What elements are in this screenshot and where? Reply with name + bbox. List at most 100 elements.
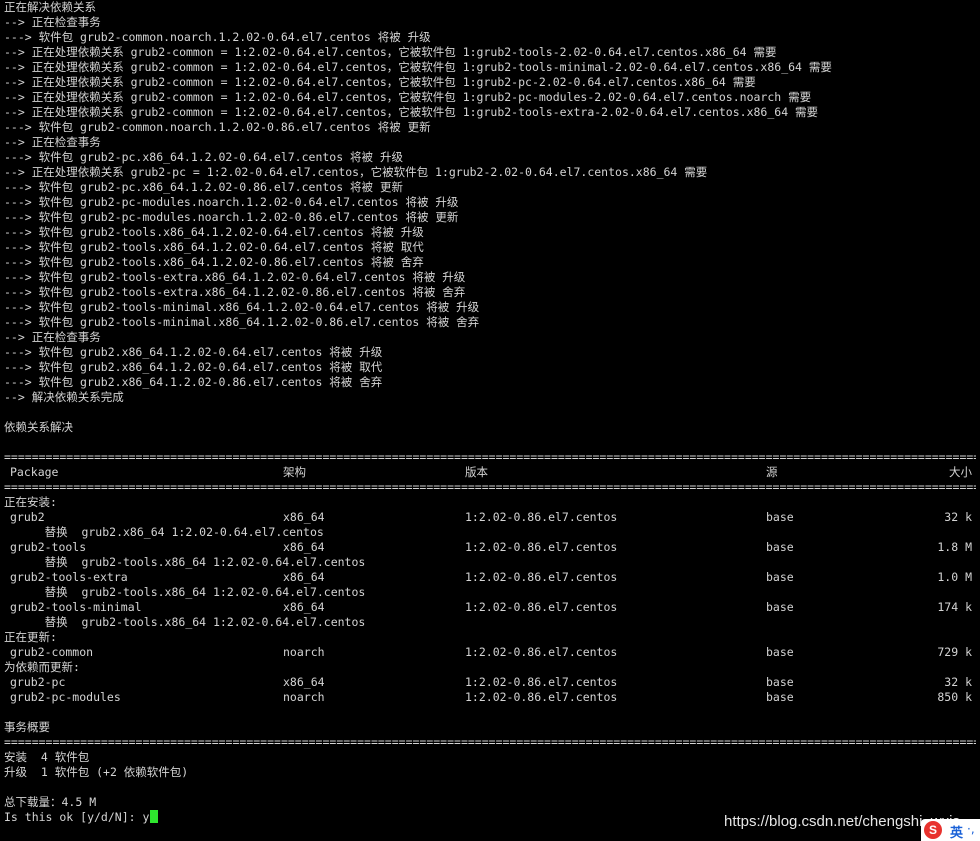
ime-toolbar[interactable]: S 英 ·, bbox=[921, 819, 980, 841]
package-arch: x86_64 bbox=[283, 600, 325, 614]
package-size: 32 k bbox=[944, 510, 972, 524]
table-row: grub2-tools x86_64 1:2.02-0.86.el7.centos b… bbox=[4, 540, 976, 555]
log-line: ---> 软件包 grub2-tools-minimal.x86_64.1.2.… bbox=[4, 315, 480, 329]
log-line: ---> 软件包 grub2-pc.x86_64.1.2.02-0.64.el7… bbox=[4, 150, 403, 164]
header-repo: 源 bbox=[766, 465, 778, 479]
replace-note-text: 替换 grub2.x86_64 1:2.02-0.64.el7.centos bbox=[10, 525, 324, 539]
log-line: --> 正在处理依赖关系 grub2-pc = 1:2.02-0.64.el7.… bbox=[4, 165, 708, 179]
log-line: ---> 软件包 grub2-common.noarch.1.2.02-0.86… bbox=[4, 120, 431, 134]
log-line: ---> 软件包 grub2-common.noarch.1.2.02-0.64… bbox=[4, 30, 431, 44]
terminal-cursor bbox=[150, 810, 159, 823]
log-line: ---> 软件包 grub2-pc.x86_64.1.2.02-0.86.el7… bbox=[4, 180, 403, 194]
log-line: --> 正在处理依赖关系 grub2-common = 1:2.02-0.64.… bbox=[4, 45, 777, 59]
package-repo: base bbox=[766, 600, 794, 614]
package-repo: base bbox=[766, 570, 794, 584]
package-version: 1:2.02-0.86.el7.centos bbox=[465, 540, 618, 554]
prompt-input[interactable]: y bbox=[142, 810, 149, 824]
header-version: 版本 bbox=[465, 465, 488, 479]
table-row: grub2-pc x86_64 1:2.02-0.86.el7.centos base… bbox=[4, 675, 976, 690]
package-version: 1:2.02-0.86.el7.centos bbox=[465, 570, 618, 584]
log-line: ---> 软件包 grub2-tools.x86_64.1.2.02-0.64.… bbox=[4, 225, 424, 239]
ime-language-toggle[interactable]: 英 bbox=[950, 822, 963, 841]
header-package: Package bbox=[10, 465, 59, 479]
log-line: ---> 软件包 grub2-tools-extra.x86_64.1.2.02… bbox=[4, 270, 466, 284]
resolve-log: 正在解决依赖关系 --> 正在检查事务 ---> 软件包 grub2-common.… bbox=[4, 0, 976, 450]
replace-note: 替换 grub2-tools.x86_64 1:2.02-0.64.el7.ce… bbox=[4, 615, 976, 630]
package-size: 729 k bbox=[937, 645, 972, 659]
package-repo: base bbox=[766, 675, 794, 689]
package-arch: x86_64 bbox=[283, 675, 325, 689]
table-row: grub2-tools-extra x86_64 1:2.02-0.86.el7.c… bbox=[4, 570, 976, 585]
replace-note-text: 替换 grub2-tools.x86_64 1:2.02-0.64.el7.ce… bbox=[10, 555, 366, 569]
package-name: grub2-common bbox=[10, 645, 94, 659]
package-version: 1:2.02-0.86.el7.centos bbox=[465, 600, 618, 614]
package-arch: noarch bbox=[283, 645, 325, 659]
package-name: grub2 bbox=[10, 510, 45, 524]
section-dep-updating-label: 为依赖而更新: bbox=[4, 660, 80, 674]
package-version: 1:2.02-0.86.el7.centos bbox=[465, 645, 618, 659]
package-name: grub2-tools-extra bbox=[10, 570, 128, 584]
header-size: 大小 bbox=[949, 465, 972, 479]
log-line: --> 解决依赖关系完成 bbox=[4, 390, 124, 404]
prompt-text: Is this ok [y/d/N]: bbox=[4, 810, 143, 824]
package-size: 1.0 M bbox=[937, 570, 972, 584]
summary-total: 总下载量：4.5 M bbox=[4, 795, 97, 809]
package-size: 1.8 M bbox=[937, 540, 972, 554]
log-line: ---> 软件包 grub2.x86_64.1.2.02-0.86.el7.ce… bbox=[4, 375, 383, 389]
package-version: 1:2.02-0.86.el7.centos bbox=[465, 690, 618, 704]
table-row: grub2-common noarch 1:2.02-0.86.el7.centos… bbox=[4, 645, 976, 660]
section-dep-updating: grub2-pc x86_64 1:2.02-0.86.el7.centos base… bbox=[4, 675, 976, 705]
package-repo: base bbox=[766, 540, 794, 554]
log-line: 正在解决依赖关系 bbox=[4, 0, 96, 14]
package-repo: base bbox=[766, 690, 794, 704]
log-line: ---> 软件包 grub2.x86_64.1.2.02-0.64.el7.ce… bbox=[4, 345, 383, 359]
package-version: 1:2.02-0.86.el7.centos bbox=[465, 510, 618, 524]
summary-title: 事务概要 bbox=[4, 720, 50, 734]
log-line: ---> 软件包 grub2.x86_64.1.2.02-0.64.el7.ce… bbox=[4, 360, 383, 374]
summary-upgrade: 升级 1 软件包 (+2 依赖软件包) bbox=[4, 765, 189, 779]
summary-install: 安装 4 软件包 bbox=[4, 750, 90, 764]
terminal-output: 正在解决依赖关系 --> 正在检查事务 ---> 软件包 grub2-common.… bbox=[4, 0, 976, 825]
table-header-row: Package 架构 版本 源 大小 bbox=[4, 465, 976, 480]
ime-punctuation-toggle[interactable]: ·, bbox=[967, 822, 975, 836]
package-size: 174 k bbox=[937, 600, 972, 614]
package-name: grub2-pc-modules bbox=[10, 690, 121, 704]
log-line: ---> 软件包 grub2-pc-modules.noarch.1.2.02-… bbox=[4, 210, 459, 224]
replace-note-text: 替换 grub2-tools.x86_64 1:2.02-0.64.el7.ce… bbox=[10, 585, 366, 599]
section-installing: grub2 x86_64 1:2.02-0.86.el7.centos base 32 … bbox=[4, 510, 976, 630]
separator-line: ========================================… bbox=[4, 480, 976, 494]
table-row: grub2-tools-minimal x86_64 1:2.02-0.86.el7… bbox=[4, 600, 976, 615]
package-size: 32 k bbox=[944, 675, 972, 689]
log-line: --> 正在处理依赖关系 grub2-common = 1:2.02-0.64.… bbox=[4, 75, 756, 89]
package-size: 850 k bbox=[937, 690, 972, 704]
log-line: 依赖关系解决 bbox=[4, 420, 73, 434]
package-name: grub2-tools bbox=[10, 540, 87, 554]
package-arch: x86_64 bbox=[283, 540, 325, 554]
package-name: grub2-pc bbox=[10, 675, 66, 689]
replace-note: 替换 grub2.x86_64 1:2.02-0.64.el7.centos bbox=[4, 525, 976, 540]
log-line: ---> 软件包 grub2-tools-minimal.x86_64.1.2.… bbox=[4, 300, 480, 314]
replace-note-text: 替换 grub2-tools.x86_64 1:2.02-0.64.el7.ce… bbox=[10, 615, 366, 629]
log-line: --> 正在检查事务 bbox=[4, 15, 101, 29]
log-line: --> 正在处理依赖关系 grub2-common = 1:2.02-0.64.… bbox=[4, 105, 819, 119]
log-line: ---> 软件包 grub2-tools.x86_64.1.2.02-0.64.… bbox=[4, 240, 424, 254]
table-row: grub2 x86_64 1:2.02-0.86.el7.centos base 32 … bbox=[4, 510, 976, 525]
package-repo: base bbox=[766, 645, 794, 659]
package-arch: x86_64 bbox=[283, 510, 325, 524]
log-line: ---> 软件包 grub2-tools-extra.x86_64.1.2.02… bbox=[4, 285, 466, 299]
table-row: grub2-pc-modules noarch 1:2.02-0.86.el7.ce… bbox=[4, 690, 976, 705]
package-repo: base bbox=[766, 510, 794, 524]
sogou-logo-icon[interactable]: S bbox=[924, 821, 942, 839]
separator-line: ========================================… bbox=[4, 450, 976, 464]
log-line: --> 正在处理依赖关系 grub2-common = 1:2.02-0.64.… bbox=[4, 90, 812, 104]
log-line: ---> 软件包 grub2-pc-modules.noarch.1.2.02-… bbox=[4, 195, 459, 209]
package-arch: x86_64 bbox=[283, 570, 325, 584]
package-version: 1:2.02-0.86.el7.centos bbox=[465, 675, 618, 689]
replace-note: 替换 grub2-tools.x86_64 1:2.02-0.64.el7.ce… bbox=[4, 585, 976, 600]
section-updating-label: 正在更新: bbox=[4, 630, 57, 644]
section-updating: grub2-common noarch 1:2.02-0.86.el7.centos… bbox=[4, 645, 976, 660]
